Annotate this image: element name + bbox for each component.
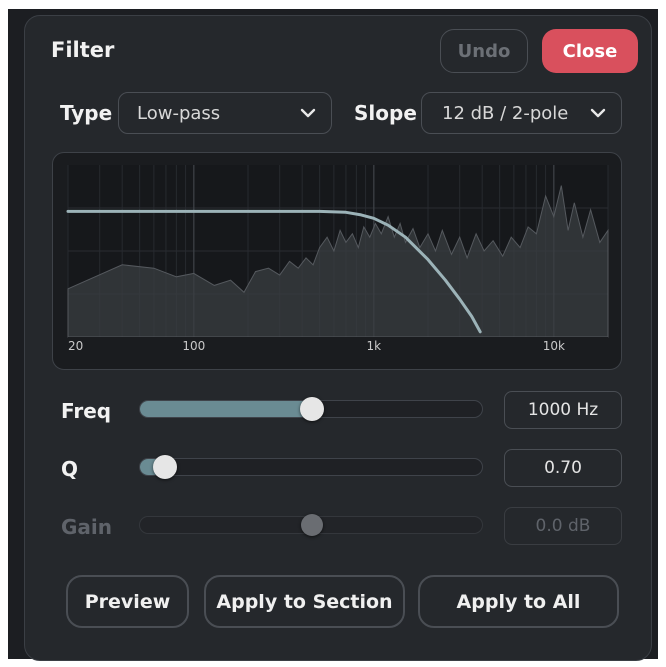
undo-button[interactable]: Undo: [440, 29, 528, 73]
q-slider-handle[interactable]: [153, 455, 178, 479]
freq-slider-handle[interactable]: [300, 397, 324, 421]
q-label: Q: [61, 457, 79, 481]
apply-to-section-button[interactable]: Apply to Section: [204, 575, 405, 628]
frequency-response-chart: 20 100 1k 10k: [52, 152, 622, 370]
freq-label: Freq: [61, 399, 112, 423]
slope-label: Slope: [354, 101, 417, 125]
tick-band: [68, 337, 608, 353]
x-tick-label: 20: [68, 339, 83, 353]
close-button[interactable]: Close: [542, 29, 638, 73]
freq-value-field[interactable]: 1000 Hz: [504, 391, 622, 429]
slope-select-value: 12 dB / 2-pole: [442, 102, 569, 124]
chevron-down-icon: [300, 108, 316, 118]
preview-button[interactable]: Preview: [66, 575, 189, 628]
dialog-title: Filter: [51, 38, 115, 62]
chart-svg: 20 100 1k 10k: [66, 165, 609, 353]
type-select[interactable]: Low-pass: [118, 92, 332, 134]
freq-slider-fill: [140, 401, 312, 417]
gain-label: Gain: [61, 515, 113, 539]
q-slider[interactable]: [139, 455, 483, 479]
slope-select[interactable]: 12 dB / 2-pole: [421, 92, 622, 134]
x-tick-label: 100: [182, 339, 205, 353]
type-select-value: Low-pass: [137, 102, 221, 124]
x-tick-label: 1k: [367, 339, 382, 353]
q-value-field[interactable]: 0.70: [504, 449, 622, 487]
gain-value-field: 0.0 dB: [504, 507, 622, 545]
x-tick-label: 10k: [543, 339, 565, 353]
gain-slider: [139, 514, 483, 536]
type-label: Type: [60, 101, 113, 125]
freq-slider[interactable]: [139, 397, 483, 421]
chevron-down-icon: [590, 108, 606, 118]
apply-to-all-button[interactable]: Apply to All: [418, 575, 619, 628]
gain-slider-handle: [301, 514, 323, 536]
